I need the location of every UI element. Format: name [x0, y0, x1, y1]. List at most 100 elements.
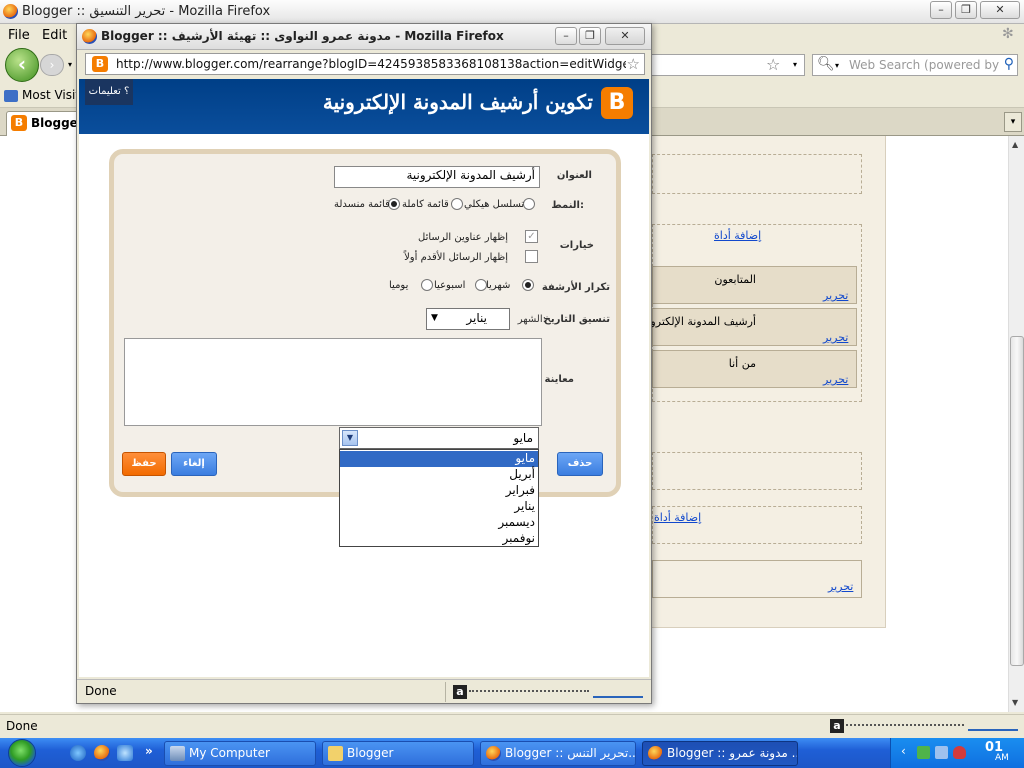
ie-icon[interactable] [70, 745, 86, 761]
popup-bookmark-star-icon[interactable]: ☆ [627, 55, 640, 73]
dropdown-option[interactable]: مايو [340, 451, 538, 467]
close-button[interactable]: ✕ [980, 1, 1020, 19]
help-link[interactable]: ؟ تعليمات [85, 79, 133, 105]
style-option-dropdown: قائمة منسدلة [334, 199, 390, 210]
search-go-icon[interactable]: ⚲ [1004, 56, 1014, 72]
taskbar-blogger-rearrange[interactable]: Blogger :: تحرير التنس... [480, 741, 636, 766]
style-radio-flat-list[interactable] [451, 198, 463, 210]
scrollbar-thumb[interactable] [1010, 336, 1024, 666]
tab-blogger[interactable]: B Blogger [6, 111, 84, 136]
archive-preview-value: مايو [513, 431, 533, 445]
widget-config-popup: Blogger :: مدونة عمرو النواوى :: تهيئة ا… [76, 23, 652, 704]
gadget-slot [652, 154, 862, 194]
widget-edit-link[interactable]: تحرير [823, 373, 848, 386]
blogger-favicon-icon: B [92, 56, 108, 72]
taskbar-blogger-folder[interactable]: Blogger [322, 741, 474, 766]
footer-edit-link[interactable]: تحرير [828, 580, 853, 593]
bookmark-most-visited[interactable]: Most Visit [4, 88, 80, 102]
main-window-title: Blogger :: تحرير التنسيق - Mozilla Firef… [22, 4, 271, 19]
taskbar-my-computer[interactable]: My Computer [164, 741, 316, 766]
style-option-hierarchy: تسلسل هيكلي [464, 199, 525, 210]
url-dropdown-icon[interactable]: ▾ [793, 60, 797, 69]
computer-icon [170, 746, 185, 761]
popup-minimize-button[interactable]: – [555, 27, 577, 45]
start-button[interactable] [0, 738, 46, 768]
dropdown-option[interactable]: فبراير [340, 483, 538, 499]
delete-button[interactable]: حذف [557, 452, 603, 476]
quicklaunch-overflow-icon[interactable]: » [145, 744, 153, 758]
add-gadget-link[interactable]: إضافة أداة [714, 229, 761, 242]
frequency-radio-weekly[interactable] [475, 279, 487, 291]
frequency-radio-daily[interactable] [421, 279, 433, 291]
archive-preview-select[interactable]: ▼ مايو [339, 427, 539, 449]
title-input[interactable]: أرشيف المدونة الإلكترونية [334, 166, 540, 188]
frequency-radio-monthly[interactable] [522, 279, 534, 291]
popup-url-text: http://www.blogger.com/rearrange?blogID=… [116, 57, 626, 71]
save-button[interactable]: حفظ [122, 452, 166, 476]
menu-edit[interactable]: Edit [42, 28, 67, 43]
back-button[interactable]: ‹ [5, 48, 39, 82]
cancel-button[interactable]: إلغاء [171, 452, 217, 476]
chevron-down-icon[interactable]: ▼ [342, 430, 358, 446]
status-squiggle-icon [469, 684, 589, 692]
status-meter-icon [593, 688, 643, 698]
history-dropdown-icon[interactable]: ▾ [68, 60, 72, 69]
preview-area [124, 338, 542, 426]
search-placeholder: Web Search (powered by Go [849, 58, 999, 72]
widget-name: المتابعون [714, 273, 756, 286]
popup-maximize-button[interactable]: ❐ [579, 27, 601, 45]
taskbar-label: Blogger :: مدونة عمرو ... [667, 746, 797, 760]
web-search-box[interactable]: 🔍︎ ▾ Web Search (powered by Go ⚲ [812, 54, 1018, 76]
throbber-icon: ✻ [1002, 26, 1014, 42]
firefox-quicklaunch-icon[interactable] [94, 745, 110, 761]
add-gadget-link-2[interactable]: إضافة أداة [654, 511, 701, 524]
popup-window-title: Blogger :: مدونة عمرو النواوى :: تهيئة ا… [101, 29, 504, 43]
main-scrollbar[interactable]: ▲ ▼ [1008, 136, 1024, 712]
month-format-select[interactable]: ▼ يناير [426, 308, 510, 330]
widget-edit-link[interactable]: تحرير [823, 289, 848, 302]
bookmark-star-icon[interactable]: ☆ [766, 55, 780, 74]
addon-a-icon[interactable]: a [830, 719, 844, 733]
ie-alt-icon[interactable] [117, 745, 133, 761]
dropdown-option[interactable]: يناير [340, 499, 538, 515]
show-oldest-checkbox[interactable] [525, 250, 538, 263]
gadget-slot [652, 452, 862, 490]
show-titles-checkbox[interactable]: ✓ [525, 230, 538, 243]
addon-a-icon[interactable]: a [453, 685, 467, 699]
maximize-button[interactable]: ❐ [955, 1, 977, 19]
tray-expand-icon[interactable]: ‹ [901, 744, 906, 758]
title-label: العنوان [556, 170, 592, 181]
taskbar-blogger-popup[interactable]: Blogger :: مدونة عمرو ... [642, 741, 798, 766]
search-engine-icon[interactable]: 🔍︎ [817, 56, 835, 72]
dropdown-option[interactable]: أبريل [340, 467, 538, 483]
style-radio-hierarchy[interactable] [523, 198, 535, 210]
minimize-button[interactable]: – [930, 1, 952, 19]
taskbar-label: My Computer [189, 746, 270, 760]
style-option-flat-list: قائمة كاملة [402, 199, 449, 210]
widget-blog-archive: أرشيف المدونة الإلكترونية تحرير [638, 308, 857, 346]
search-engine-dropdown-icon[interactable]: ▾ [835, 61, 839, 70]
scroll-up-icon[interactable]: ▲ [1012, 140, 1018, 149]
main-url-field[interactable] [650, 54, 805, 76]
frequency-option-weekly: اسبوعيا [434, 280, 466, 291]
tab-list-button[interactable]: ▾ [1004, 112, 1022, 132]
main-title-bar: Blogger :: تحرير التنسيق - Mozilla Firef… [0, 0, 1024, 24]
popup-url-field[interactable]: B http://www.blogger.com/rearrange?blogI… [85, 53, 645, 75]
firefox-icon [486, 746, 501, 761]
menu-file[interactable]: File [8, 28, 30, 43]
forward-button[interactable]: › [40, 54, 64, 76]
widget-edit-link[interactable]: تحرير [823, 331, 848, 344]
system-tray: ‹ 01 AM [890, 738, 1024, 768]
show-oldest-label: إظهار الرسائل الأقدم أولاً [404, 252, 508, 263]
widget-name: أرشيف المدونة الإلكترونية [638, 315, 756, 328]
popup-close-button[interactable]: ✕ [605, 27, 645, 45]
security-shield-icon[interactable] [953, 746, 966, 759]
dropdown-option[interactable]: نوفمبر [340, 531, 538, 547]
archive-preview-options: مايو أبريل فبراير يناير ديسمبر نوفمبر [339, 449, 539, 547]
network-icon[interactable] [917, 746, 930, 759]
month-format-value: يناير [466, 311, 487, 325]
scroll-down-icon[interactable]: ▼ [1012, 698, 1018, 707]
dropdown-option[interactable]: ديسمبر [340, 515, 538, 531]
monitor-icon[interactable] [935, 746, 948, 759]
popup-page: ؟ تعليمات تكوين أرشيف المدونة الإلكتروني… [79, 79, 649, 677]
